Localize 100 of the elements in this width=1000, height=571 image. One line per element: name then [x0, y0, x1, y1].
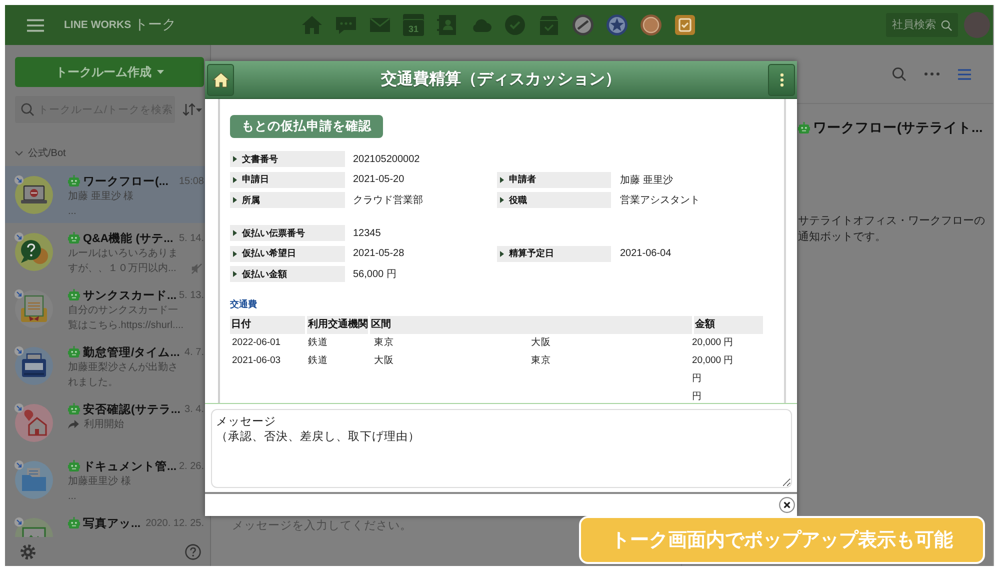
field-value: 2021-06-04	[620, 248, 672, 259]
coin-icon[interactable]	[640, 14, 662, 36]
room-name: 写真アッ...	[83, 516, 142, 530]
field-value: 12345	[353, 228, 381, 238]
triangle-bullet-icon	[233, 176, 237, 182]
column-header: 金額	[694, 316, 763, 334]
message-preview: 加藤亜梨沙さんが出勤されました。	[68, 360, 179, 390]
menu-icon[interactable]	[27, 18, 44, 32]
bot-description: サテライトオフィス・ワークフローの通知ボットです。	[798, 214, 986, 245]
slashed-circle-icon[interactable]	[572, 14, 594, 36]
chat-icon[interactable]	[335, 14, 357, 36]
room-name: ドキュメント管...	[83, 460, 177, 474]
settings-icon[interactable]	[20, 544, 36, 560]
field-value: 202105200002	[353, 154, 420, 164]
home-icon	[212, 72, 230, 88]
triangle-bullet-icon	[233, 271, 237, 277]
search-icon[interactable]	[892, 67, 906, 81]
field-label: 申請日	[242, 173, 269, 186]
message-preview: 加藤亜里沙 様 ...	[68, 474, 132, 504]
amount-value: 20,000 円	[692, 355, 734, 367]
check-circle-icon[interactable]	[504, 14, 526, 36]
message-preview: 利用開始	[84, 418, 124, 432]
destination-value: 東京	[531, 355, 551, 367]
folder-avatar-icon	[14, 460, 54, 500]
clipboard-check-icon[interactable]	[674, 14, 696, 36]
amount-value: 20,000 円	[692, 337, 734, 349]
origin-value: 東京	[374, 337, 394, 349]
field-value: 加藤 亜里沙	[620, 174, 673, 186]
close-icon[interactable]	[779, 497, 795, 513]
robot-icon	[68, 289, 80, 301]
room-name: 勤怠管理/タイム...	[83, 345, 181, 360]
amount-value: 円	[692, 373, 702, 385]
field-label: 文書番号	[242, 152, 278, 166]
triangle-bullet-icon	[500, 250, 504, 256]
origin-value: 大阪	[374, 355, 394, 367]
amount-value: 円	[692, 391, 702, 403]
star-badge-icon[interactable]	[606, 14, 628, 36]
triangle-bullet-icon	[233, 230, 237, 236]
message-preview: 加藤 亜里沙 様 ...	[68, 190, 135, 219]
caret-icon	[156, 70, 164, 74]
field-label: 仮払い伝票番号	[242, 226, 305, 240]
robot-icon	[68, 403, 80, 415]
chevron-down-icon[interactable]	[15, 150, 23, 156]
more-icon[interactable]	[924, 72, 940, 76]
field-value: 56,000 円	[353, 268, 396, 281]
field-label: 役職	[509, 194, 527, 206]
view-original-request-button[interactable]: もとの仮払申請を確認	[230, 115, 383, 138]
destination-value: 大阪	[531, 337, 551, 349]
message-preview: 自分のサンクスカード一覧はこちら.https://shurl....	[68, 304, 185, 333]
speech-bubble-avatar-icon	[14, 232, 54, 272]
box-check-icon[interactable]	[538, 14, 560, 36]
calendar-button[interactable]: 31	[403, 14, 424, 36]
logo-text: LINE WORKS	[64, 19, 132, 31]
triangle-bullet-icon	[233, 197, 237, 203]
sort-icon[interactable]	[182, 103, 202, 116]
more-button[interactable]	[768, 64, 795, 96]
create-room-button[interactable]: トークルーム作成	[15, 57, 204, 87]
contacts-book-icon[interactable]	[436, 14, 458, 36]
card-avatar-icon	[14, 289, 54, 329]
robot-icon	[68, 517, 80, 529]
bot-title: ワークフロー(サテライト...	[813, 119, 983, 137]
date-value: 2022-06-01	[232, 337, 281, 349]
triangle-bullet-icon	[233, 250, 237, 256]
column-header: 利用交通機関	[307, 316, 368, 334]
employee-search-field[interactable]: 社員検索	[886, 13, 958, 37]
field-value: 営業アシスタント	[620, 194, 700, 207]
robot-icon	[798, 122, 810, 134]
column-header: 区間	[370, 316, 692, 334]
field-label: 申請者	[509, 173, 536, 186]
date-value: 2021-06-03	[232, 355, 281, 367]
home-icon[interactable]	[301, 14, 323, 36]
room-time: 15:08	[178, 176, 204, 186]
triangle-bullet-icon	[500, 197, 504, 203]
laptop-avatar-icon	[14, 175, 54, 215]
room-name: 安否確認(サテラ...	[83, 402, 182, 416]
search-icon	[21, 103, 34, 116]
section-label: 公式/Bot	[28, 146, 66, 160]
time-clock-avatar-icon	[14, 346, 54, 386]
field-label: 仮払い金額	[242, 268, 287, 280]
dialog-title: 交通費精算（ディスカッション）	[380, 69, 622, 90]
room-name: ワークフロー(...	[83, 174, 170, 188]
list-menu-icon[interactable]	[958, 68, 971, 80]
transport-value: 鉄道	[308, 337, 328, 349]
room-name: Q&A機能 (サテ...	[83, 231, 174, 246]
app-title: トーク	[134, 16, 176, 34]
house-pin-avatar-icon	[14, 403, 54, 443]
help-icon[interactable]	[185, 544, 201, 560]
field-label: 仮払い希望日	[242, 247, 296, 260]
home-button[interactable]	[207, 64, 234, 96]
triangle-bullet-icon	[233, 156, 237, 162]
room-name: サンクスカード...	[83, 288, 177, 302]
message-field[interactable]: メッセージ （承認、否決、差戻し、取下げ理由）	[211, 409, 792, 488]
column-header: 日付	[230, 316, 305, 334]
field-value: 2021-05-20	[353, 174, 404, 185]
robot-icon	[68, 175, 80, 187]
field-value: 2021-05-28	[353, 248, 404, 259]
search-icon[interactable]	[941, 20, 952, 30]
field-value: クラウド営業部	[353, 194, 423, 207]
more-vertical-icon	[780, 72, 784, 86]
triangle-bullet-icon	[500, 176, 504, 182]
